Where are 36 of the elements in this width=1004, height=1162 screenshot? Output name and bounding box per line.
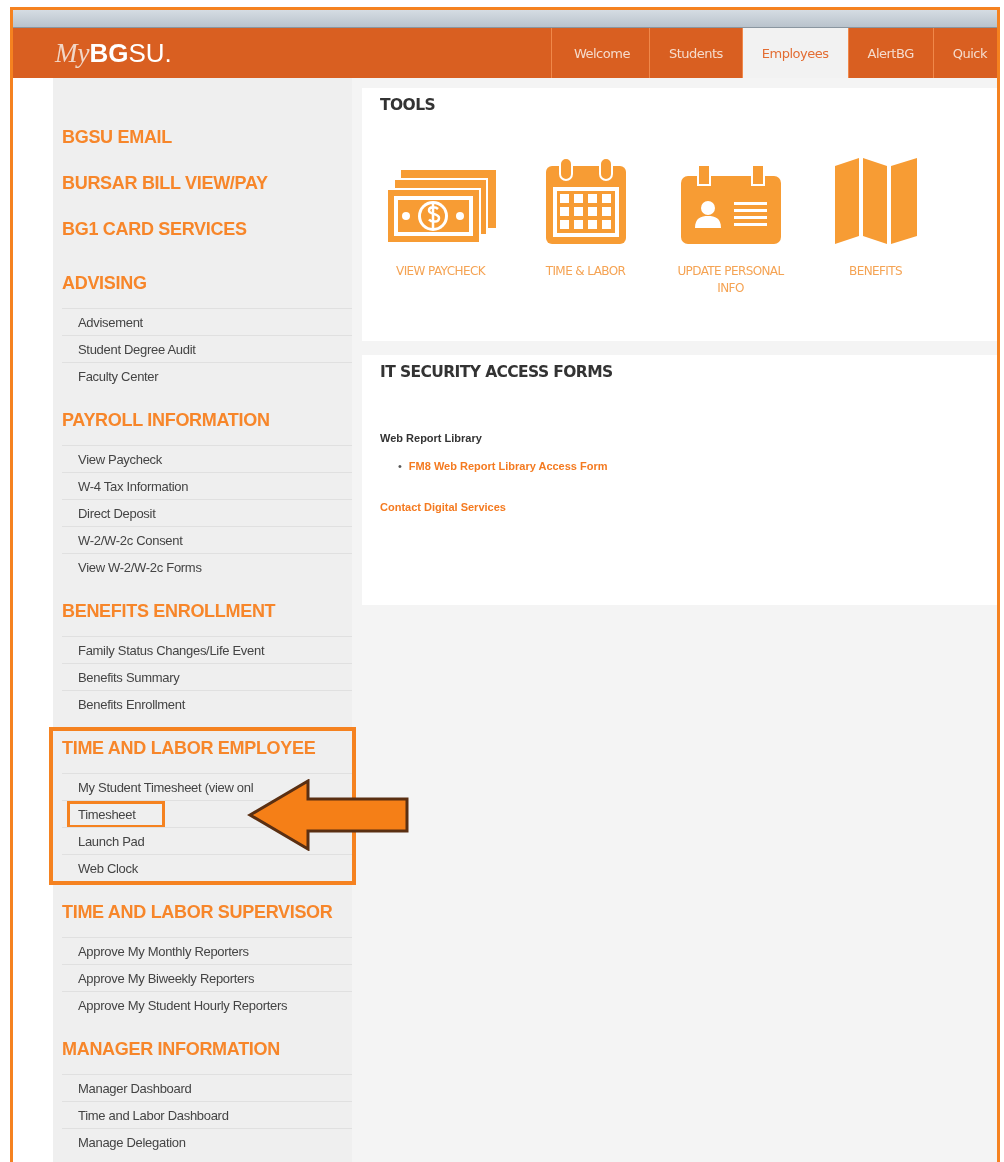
logo[interactable]: MyBGSU. [55,37,172,69]
money-icon [385,170,496,244]
menu-link[interactable]: Direct Deposit [67,499,167,527]
bullet: • [398,460,402,472]
menu-link[interactable]: Benefits Enrollment [67,690,197,718]
group-heading: Web Report Library [380,432,482,444]
menu-link[interactable]: Approve My Student Hourly Reporters [67,991,299,1019]
menu-link[interactable]: Family Status Changes/Life Event [67,636,276,664]
menu-link[interactable]: Manage Delegation [67,1128,197,1156]
menu-link[interactable]: Advisement [67,308,154,336]
menu-link[interactable]: W-2/W-2c Consent [67,526,194,554]
menu-link[interactable]: Timesheet [67,800,165,828]
menu-link[interactable]: View Paycheck [67,445,173,473]
id-card-icon [680,164,781,244]
section-heading: TIME AND LABOR EMPLOYEE [61,737,317,760]
menu-link[interactable]: View W-2/W-2c Forms [67,553,213,581]
menu-link[interactable]: Web Clock [67,854,149,882]
calendar-icon [545,158,626,244]
card-title: IT SECURITY ACCESS FORMS [380,363,613,381]
menu-link[interactable]: Faculty Center [67,362,170,390]
menu-link[interactable]: Time and Labor Dashboard [67,1101,240,1129]
menu-link[interactable]: Approve My Monthly Reporters [67,937,260,965]
section-heading: ADVISING [61,272,148,295]
section-heading: PAYROLL INFORMATION [61,409,271,432]
menu-link[interactable]: Manager Dashboard [67,1074,203,1102]
menu-link[interactable]: Benefits Summary [67,663,191,691]
card-title: TOOLS [380,96,435,114]
section-heading: TIME AND LABOR SUPERVISOR [61,901,334,924]
menu-link[interactable]: My Student Timesheet (view onl [67,773,265,801]
menu-link[interactable]: Approve My Biweekly Reporters [67,964,266,992]
menu-link[interactable]: Student Degree Audit [67,335,207,363]
section-heading: MANAGER INFORMATION [61,1038,281,1061]
menu-link[interactable]: W-4 Tax Information [67,472,200,500]
map-icon [834,158,917,244]
section-heading: BENEFITS ENROLLMENT [61,600,277,623]
menu-link[interactable]: Launch Pad [67,827,156,855]
